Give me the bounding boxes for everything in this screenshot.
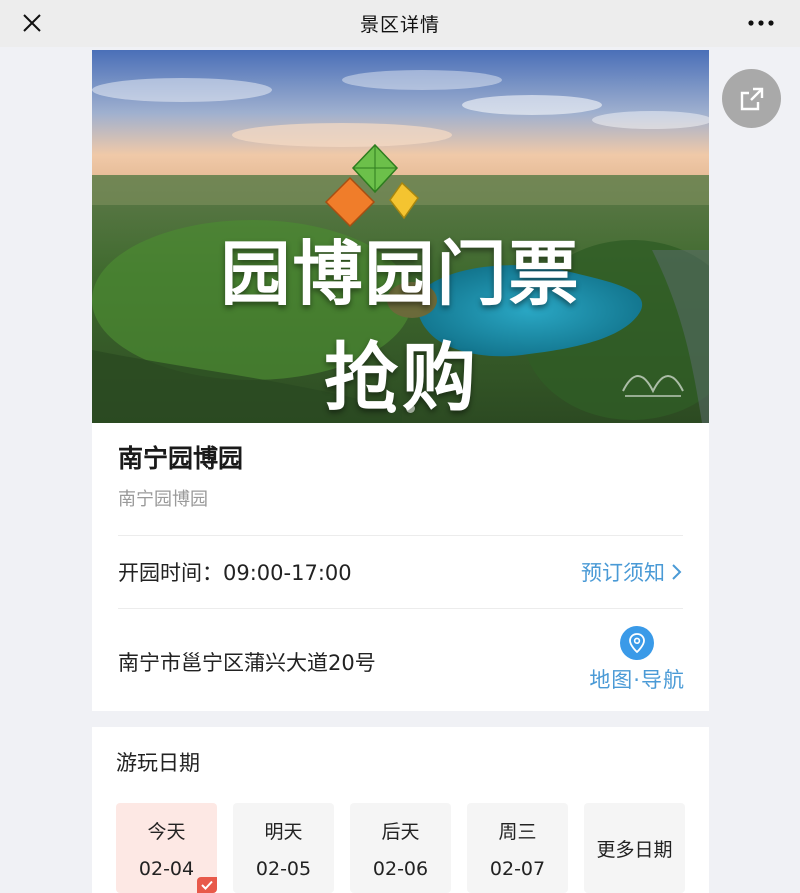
location-pin-icon <box>620 626 655 660</box>
share-button[interactable] <box>722 69 781 128</box>
date-option-wednesday[interactable]: 周三 02-07 <box>467 803 568 893</box>
opening-hours: 开园时间：09:00-17:00 <box>118 561 352 585</box>
date-options: 今天 02-04 明天 02-05 后天 02-06 周三 02-07 更多日期 <box>116 803 685 893</box>
date-option-today[interactable]: 今天 02-04 <box>116 803 217 893</box>
booking-notice-label: 预订须知 <box>581 561 665 585</box>
date-option-date: 02-05 <box>255 857 312 880</box>
more-dates-button[interactable]: 更多日期 <box>584 803 685 893</box>
date-option-date: 02-07 <box>489 857 546 880</box>
share-icon <box>740 87 763 110</box>
date-option-day-after[interactable]: 后天 02-06 <box>350 803 451 893</box>
date-option-date: 02-04 <box>138 857 195 880</box>
booking-notice-link[interactable]: 预订须知 <box>581 557 683 587</box>
date-option-day: 周三 <box>498 820 537 843</box>
carousel-dot[interactable] <box>386 404 396 413</box>
more-dots-icon[interactable] <box>746 10 776 36</box>
top-nav-bar: 景区详情 <box>0 0 800 47</box>
hero-headline-line1: 园博园门票 <box>220 232 581 315</box>
carousel-dot[interactable] <box>405 404 415 413</box>
close-icon[interactable] <box>18 9 46 37</box>
date-option-date: 02-06 <box>372 857 429 880</box>
park-logo-watermark <box>622 375 684 397</box>
attraction-info-card: 南宁园博园 南宁园博园 开园时间：09:00-17:00 预订须知 南宁市邕宁区… <box>92 423 709 711</box>
address-text: 南宁市邕宁区蒲兴大道20号 <box>118 651 376 675</box>
map-navigation-label: 地图·导航 <box>589 668 685 692</box>
date-option-day: 今天 <box>147 820 186 843</box>
map-navigation-button[interactable]: 地图·导航 <box>589 626 685 694</box>
chevron-right-icon <box>672 564 682 580</box>
attraction-subname: 南宁园博园 <box>118 489 208 510</box>
hero-banner[interactable]: 园博园门票 抢购 <box>92 50 709 423</box>
section-gap <box>92 711 709 727</box>
carousel-indicator <box>92 404 709 413</box>
date-option-day: 明天 <box>264 820 303 843</box>
opening-hours-row: 开园时间：09:00-17:00 预订须知 <box>118 536 683 608</box>
visit-date-title: 游玩日期 <box>116 751 200 775</box>
visit-date-section: 游玩日期 今天 02-04 明天 02-05 后天 02-06 周三 02-07 <box>92 727 709 893</box>
date-option-tomorrow[interactable]: 明天 02-05 <box>233 803 334 893</box>
more-dates-label: 更多日期 <box>596 838 673 861</box>
page-title: 景区详情 <box>359 14 440 36</box>
address-row: 南宁市邕宁区蒲兴大道20号 地图·导航 <box>118 609 685 711</box>
checkmark-icon <box>197 877 217 893</box>
content-column: 园博园门票 抢购 南宁园博园 南宁园博园 开园时间：09:00-17:00 预订… <box>92 50 709 893</box>
attraction-name: 南宁园博园 <box>118 444 244 473</box>
date-option-day: 后天 <box>381 820 420 843</box>
